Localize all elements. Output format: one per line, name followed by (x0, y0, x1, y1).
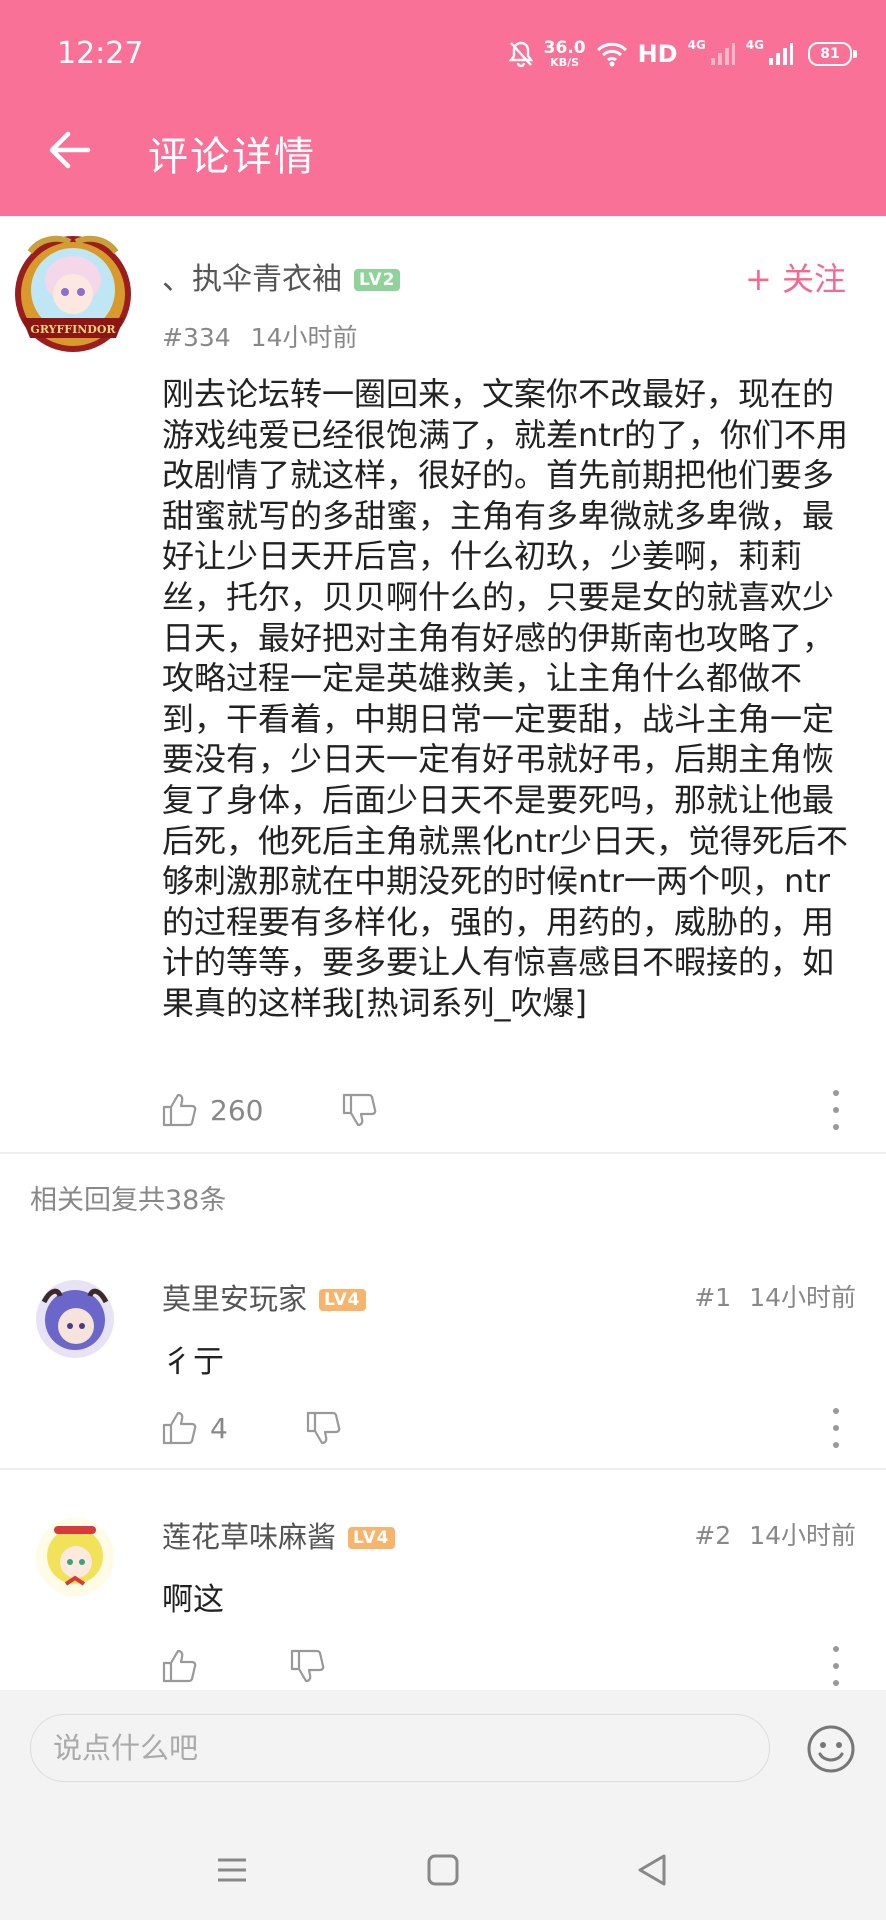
like-button[interactable]: 260 (162, 1093, 263, 1127)
like-count: 4 (210, 1411, 228, 1445)
square-home-icon (427, 1854, 459, 1886)
floor-number: #2 (694, 1521, 732, 1550)
dot-icon (833, 1124, 839, 1130)
gryffindor-frame-avatar: GRYFFINDOR (15, 235, 131, 352)
app-header: 12:27 36.0 KB/S HD 4G 4G 81 评论详情 (0, 0, 886, 216)
hd-indicator: HD (637, 40, 678, 68)
more-options-button[interactable] (826, 1646, 846, 1686)
dot-icon (833, 1107, 839, 1113)
more-options-button[interactable] (826, 1090, 846, 1130)
comment-time: 14小时前 (250, 323, 358, 352)
username[interactable]: 莲花草味麻酱 (162, 1520, 336, 1554)
replies-count: 相关回复共38条 (30, 1185, 227, 1216)
dislike-button[interactable] (342, 1093, 378, 1127)
status-time: 12:27 (57, 36, 144, 71)
reply-time: 14小时前 (749, 1521, 856, 1550)
dot-icon (833, 1090, 839, 1096)
smiley-icon (807, 1725, 855, 1773)
reply-avatar-image (36, 1518, 114, 1596)
thumbs-up-icon (162, 1411, 197, 1445)
comment-author[interactable]: 、执伞青衣袖 LV2 (162, 254, 401, 298)
reply-actions: 4 (162, 1408, 341, 1448)
svg-text:GRYFFINDOR: GRYFFINDOR (30, 323, 116, 336)
avatar[interactable]: GRYFFINDOR (8, 232, 138, 362)
reply-text: 啊这 (162, 1582, 224, 1618)
home-nav-button[interactable] (423, 1850, 463, 1890)
comment-input[interactable] (30, 1714, 770, 1782)
comment-input-bar (0, 1690, 886, 1820)
follow-button[interactable]: + 关注 (745, 254, 846, 300)
thumbs-down-icon (342, 1093, 377, 1127)
status-icons: 36.0 KB/S HD 4G 4G 81 (508, 34, 857, 74)
reply-actions (162, 1646, 325, 1686)
dot-icon (833, 1646, 839, 1652)
reply-avatar-image (36, 1280, 114, 1358)
like-count: 260 (210, 1093, 264, 1127)
network-speed: 36.0 KB/S (543, 38, 586, 69)
reply-author[interactable]: 莲花草味麻酱 LV4 (162, 1514, 395, 1556)
username[interactable]: 、执伞青衣袖 (162, 262, 342, 297)
reply-meta: #2 14小时前 (694, 1516, 856, 1552)
page-title: 评论详情 (148, 134, 316, 180)
level-badge: LV2 (354, 269, 401, 291)
thumbs-up-icon (162, 1649, 197, 1683)
back-nav-button[interactable] (632, 1850, 672, 1890)
battery-indicator: 81 (808, 42, 857, 66)
signal-icon (710, 43, 735, 65)
divider (0, 1468, 886, 1470)
dot-icon (833, 1663, 839, 1669)
comment-actions: 260 (162, 1090, 377, 1130)
floor-number: #1 (694, 1283, 732, 1312)
thumbs-down-icon (306, 1411, 341, 1445)
avatar[interactable] (36, 1280, 114, 1358)
menu-icon (218, 1858, 246, 1882)
reply-meta: #1 14小时前 (694, 1278, 856, 1314)
reply-text: 彳亍 (162, 1344, 224, 1380)
sim1-label: 4G (687, 38, 706, 52)
thumbs-up-icon (162, 1093, 197, 1127)
triangle-back-icon (638, 1854, 666, 1886)
dot-icon (833, 1408, 839, 1414)
like-button[interactable]: 4 (162, 1411, 228, 1445)
system-nav-bar (0, 1820, 886, 1920)
sim2-label: 4G (745, 38, 764, 52)
menu-nav-button[interactable] (212, 1850, 252, 1890)
username[interactable]: 莫里安玩家 (162, 1282, 307, 1316)
divider (0, 1152, 886, 1154)
back-button[interactable] (40, 120, 100, 180)
arrow-left-icon (49, 131, 91, 169)
wifi-icon (596, 42, 627, 67)
dot-icon (833, 1680, 839, 1686)
dislike-button[interactable] (306, 1411, 342, 1445)
dislike-button[interactable] (290, 1649, 326, 1683)
mute-bell-icon (508, 41, 534, 68)
floor-number: #334 (162, 323, 231, 352)
like-button[interactable] (162, 1649, 198, 1683)
signal-icon (769, 43, 793, 65)
dot-icon (833, 1425, 839, 1431)
comment-meta: #334 14小时前 (162, 318, 357, 354)
dot-icon (833, 1442, 839, 1448)
reply-time: 14小时前 (749, 1283, 856, 1312)
level-badge: LV4 (348, 1527, 395, 1549)
reply-author[interactable]: 莫里安玩家 LV4 (162, 1276, 366, 1318)
level-badge: LV4 (319, 1289, 366, 1311)
avatar[interactable] (36, 1518, 114, 1596)
comment-text: 刚去论坛转一圈回来，文案你不改最好，现在的游戏纯爱已经很饱满了，就差ntr的了，… (162, 375, 848, 1022)
thumbs-down-icon (290, 1649, 325, 1683)
more-options-button[interactable] (826, 1408, 846, 1448)
emoji-button[interactable] (806, 1724, 856, 1774)
